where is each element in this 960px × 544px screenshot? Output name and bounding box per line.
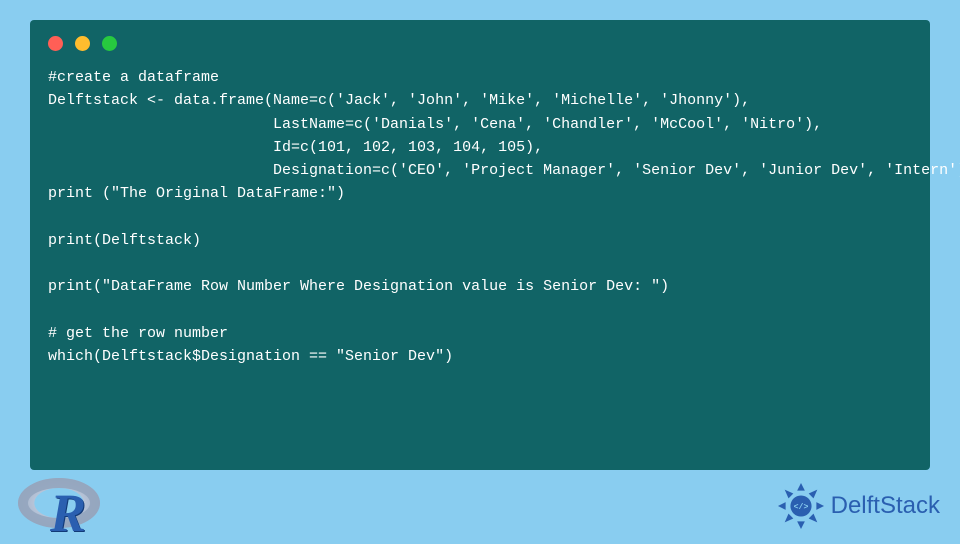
window-titlebar (48, 32, 912, 54)
code-line: print(Delftstack) (48, 232, 201, 249)
delftstack-mandala-icon: </> (777, 482, 825, 530)
code-block: #create a dataframe Delftstack <- data.f… (48, 66, 912, 368)
minimize-dot-icon (75, 36, 90, 51)
r-logo-glyph: R (50, 482, 86, 544)
r-language-logo: R (18, 476, 106, 536)
code-line: print ("The Original DataFrame:") (48, 185, 345, 202)
code-line: # get the row number (48, 325, 228, 342)
code-line: LastName=c('Danials', 'Cena', 'Chandler'… (48, 116, 822, 133)
mandala-code-icon: </> (793, 502, 808, 512)
code-window: #create a dataframe Delftstack <- data.f… (30, 20, 930, 470)
close-dot-icon (48, 36, 63, 51)
maximize-dot-icon (102, 36, 117, 51)
code-line: which(Delftstack$Designation == "Senior … (48, 348, 453, 365)
code-line: Id=c(101, 102, 103, 104, 105), (48, 139, 543, 156)
code-line: #create a dataframe (48, 69, 219, 86)
delftstack-logo: </> DelftStack (777, 482, 940, 530)
code-line: Designation=c('CEO', 'Project Manager', … (48, 162, 960, 179)
code-line: print("DataFrame Row Number Where Design… (48, 278, 669, 295)
delftstack-label: DelftStack (831, 492, 940, 520)
code-line: Delftstack <- data.frame(Name=c('Jack', … (48, 92, 750, 109)
